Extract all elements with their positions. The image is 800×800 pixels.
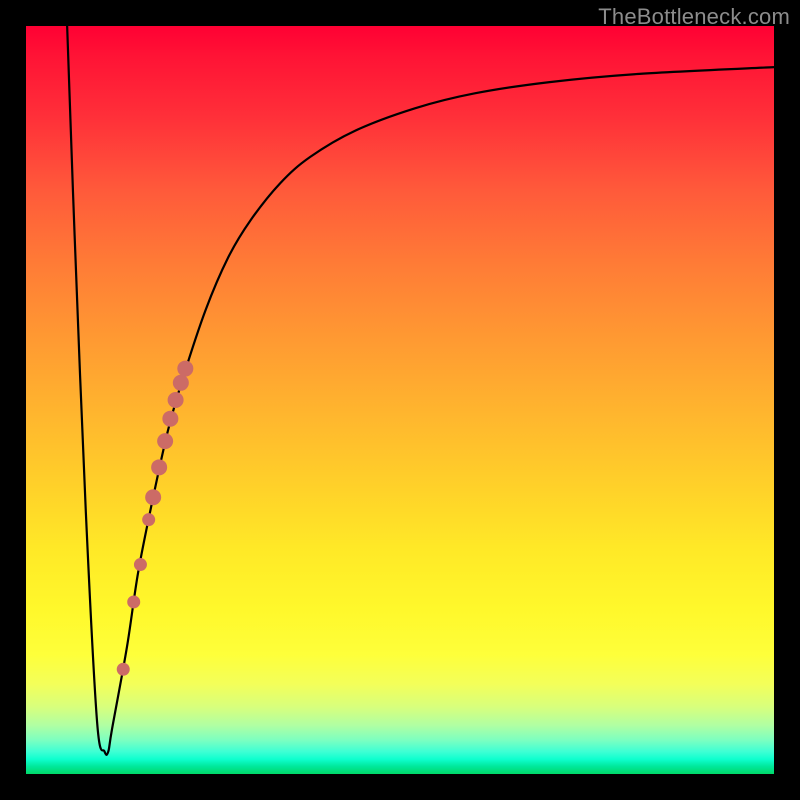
curve-marker bbox=[145, 489, 161, 505]
curve-marker bbox=[157, 433, 173, 449]
chart-frame: TheBottleneck.com bbox=[0, 0, 800, 800]
curve-marker bbox=[168, 392, 184, 408]
curve-path bbox=[67, 26, 774, 755]
curve-marker bbox=[151, 459, 167, 475]
curve-marker bbox=[127, 595, 140, 608]
curve-markers bbox=[117, 361, 194, 676]
curve-marker bbox=[142, 513, 155, 526]
bottleneck-curve bbox=[26, 26, 774, 774]
curve-marker bbox=[162, 411, 178, 427]
curve-marker bbox=[177, 361, 193, 377]
curve-marker bbox=[173, 375, 189, 391]
curve-marker bbox=[117, 663, 130, 676]
watermark-label: TheBottleneck.com bbox=[598, 4, 790, 30]
curve-marker bbox=[134, 558, 147, 571]
